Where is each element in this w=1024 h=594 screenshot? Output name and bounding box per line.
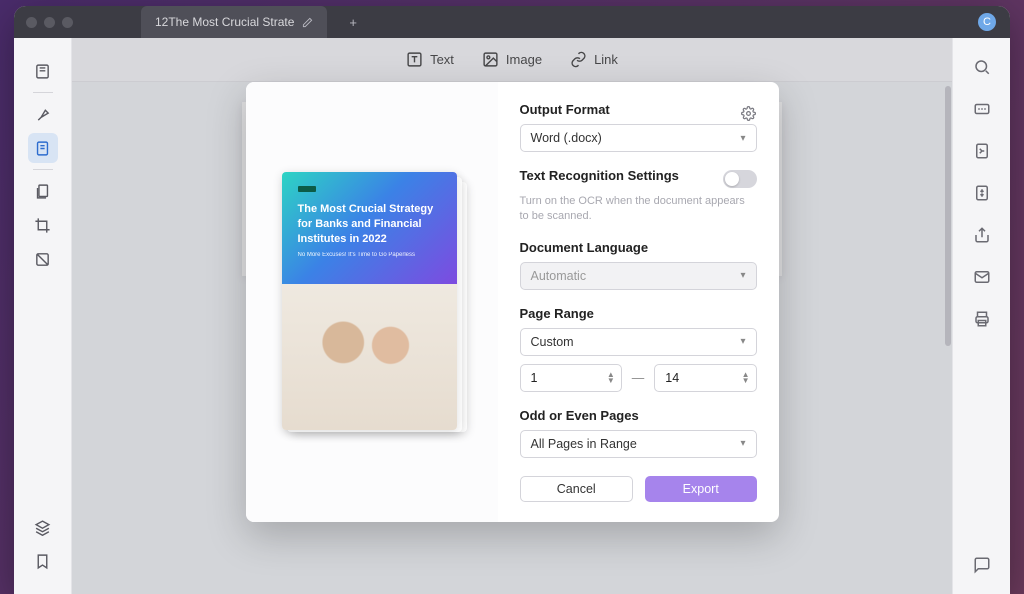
output-format-value: Word (.docx) xyxy=(531,131,602,145)
gear-icon[interactable] xyxy=(741,105,757,121)
preview-cover: The Most Crucial Strategy for Banks and … xyxy=(282,172,457,284)
language-select: Automatic ▾ xyxy=(520,262,757,290)
app-window: 12The Most Crucial Strate + C xyxy=(14,6,1010,594)
divider xyxy=(33,169,53,170)
cancel-button[interactable]: Cancel xyxy=(520,476,634,502)
new-tab-button[interactable]: + xyxy=(349,15,357,30)
export-dialog: The Most Crucial Strategy for Banks and … xyxy=(246,82,779,522)
chevron-down-icon: ▾ xyxy=(740,270,745,281)
print-icon[interactable] xyxy=(971,308,993,330)
main-area: Text Image Link ly, it will support achi… xyxy=(72,38,952,594)
range-dash: — xyxy=(632,371,645,385)
mail-icon[interactable] xyxy=(971,266,993,288)
stepper-to[interactable]: ▲▼ xyxy=(742,372,750,384)
modal-backdrop: The Most Crucial Strategy for Banks and … xyxy=(72,38,952,594)
edit-tool[interactable] xyxy=(28,133,58,163)
avatar[interactable]: C xyxy=(978,13,996,31)
cancel-label: Cancel xyxy=(557,482,596,496)
language-label: Document Language xyxy=(520,240,757,255)
ocr-toggle[interactable] xyxy=(723,170,757,188)
export-button[interactable]: Export xyxy=(645,476,757,502)
document-tab[interactable]: 12The Most Crucial Strate xyxy=(141,6,327,38)
chevron-down-icon: ▾ xyxy=(740,133,745,144)
right-sidebar xyxy=(952,38,1010,594)
odd-even-value: All Pages in Range xyxy=(531,437,637,451)
layers-tool[interactable] xyxy=(28,512,58,542)
preview-cover-photo xyxy=(282,284,457,430)
window-controls xyxy=(26,17,73,28)
preview-logo xyxy=(298,186,316,192)
minimize-window-icon[interactable] xyxy=(44,17,55,28)
chevron-down-icon: ▾ xyxy=(740,336,745,347)
chevron-down-icon: ▾ xyxy=(740,438,745,449)
highlight-tool[interactable] xyxy=(28,99,58,129)
language-value: Automatic xyxy=(531,269,587,283)
output-format-label: Output Format xyxy=(520,102,610,117)
page-range-to-field[interactable]: 14 ▲▼ xyxy=(654,364,756,392)
avatar-letter: C xyxy=(983,16,991,28)
page-range-mode-select[interactable]: Custom ▾ xyxy=(520,328,757,356)
close-window-icon[interactable] xyxy=(26,17,37,28)
bookmark-tool[interactable] xyxy=(28,546,58,576)
pages-tool[interactable] xyxy=(28,176,58,206)
thumbnails-tool[interactable] xyxy=(28,56,58,86)
preview-cover-title: The Most Crucial Strategy for Banks and … xyxy=(298,202,441,247)
export-preview-pane: The Most Crucial Strategy for Banks and … xyxy=(246,82,498,522)
page-range-to-value: 14 xyxy=(665,371,679,385)
maximize-window-icon[interactable] xyxy=(62,17,73,28)
page-range-mode-value: Custom xyxy=(531,335,574,349)
preview-stack: The Most Crucial Strategy for Banks and … xyxy=(282,172,462,432)
titlebar: 12The Most Crucial Strate + C xyxy=(14,6,1010,38)
odd-even-select[interactable]: All Pages in Range ▾ xyxy=(520,430,757,458)
preview-cover-subtitle: No More Excuses! It's Time to Go Paperle… xyxy=(298,252,441,258)
compress-icon[interactable] xyxy=(971,182,993,204)
divider xyxy=(33,92,53,93)
ocr-icon[interactable] xyxy=(971,98,993,120)
comment-icon[interactable] xyxy=(971,554,993,576)
preview-page-front: The Most Crucial Strategy for Banks and … xyxy=(282,172,457,430)
output-format-select[interactable]: Word (.docx) ▾ xyxy=(520,124,757,152)
left-sidebar xyxy=(14,38,72,594)
odd-even-label: Odd or Even Pages xyxy=(520,408,757,423)
tab-title: 12The Most Crucial Strate xyxy=(155,15,294,29)
pencil-icon[interactable] xyxy=(302,17,313,28)
export-label: Export xyxy=(683,482,719,496)
ocr-hint: Turn on the OCR when the document appear… xyxy=(520,194,757,224)
crop-tool[interactable] xyxy=(28,210,58,240)
app-body: Text Image Link ly, it will support achi… xyxy=(14,38,1010,594)
export-form: Output Format Word (.docx) ▾ xyxy=(498,82,779,522)
convert-icon[interactable] xyxy=(971,140,993,162)
page-range-from-value: 1 xyxy=(531,371,538,385)
search-icon[interactable] xyxy=(971,56,993,78)
redact-tool[interactable] xyxy=(28,244,58,274)
page-range-from-field[interactable]: 1 ▲▼ xyxy=(520,364,622,392)
share-icon[interactable] xyxy=(971,224,993,246)
stepper-from[interactable]: ▲▼ xyxy=(607,372,615,384)
ocr-label: Text Recognition Settings xyxy=(520,168,679,183)
page-range-label: Page Range xyxy=(520,306,757,321)
